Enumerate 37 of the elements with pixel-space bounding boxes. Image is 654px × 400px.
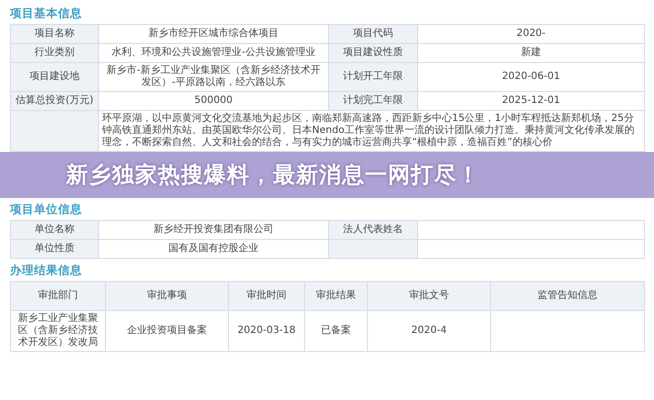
field-label: 项目名称 bbox=[10, 24, 98, 44]
field-label: 单位名称 bbox=[10, 220, 98, 240]
field-value: 500000 bbox=[98, 92, 328, 110]
column-header: 审批文号 bbox=[368, 282, 490, 310]
table-cell: 2020-4 bbox=[368, 310, 490, 352]
field-value: 新乡市经开区城市综合体项目 bbox=[98, 24, 328, 44]
column-header: 审批时间 bbox=[228, 282, 304, 310]
table-cell: 新乡工业产业集聚区（含新乡经济技术开发区）发改局 bbox=[10, 310, 106, 352]
field-value: 水利、环境和公共设施管理业-公共设施管理业 bbox=[98, 44, 328, 62]
field-label: 法人代表姓名 bbox=[328, 220, 418, 240]
description-text: 环平原湖，以中原黄河文化交流基地为起步区，南临郑新高速路，西距新乡中心15公里，1小时车程抵达新郑机场，25分钟高铁直通郑州东站。由英国欧华尔公司、日本Nendo工作室等世界一流的设计团队倾力打造。秉持黄河文化传承发展的理念，不断探索自然、人文和社会的结合，与有实力的城市运营商共享“根植中原，造福百姓”的核心价 bbox=[98, 110, 644, 152]
field-label: 计划开工年限 bbox=[328, 62, 418, 92]
column-header: 审批事项 bbox=[106, 282, 228, 310]
field-value: 新乡经开投资集团有限公司 bbox=[98, 220, 328, 240]
field-value: 新建 bbox=[418, 44, 644, 62]
field-value: 2020-06-01 bbox=[418, 62, 644, 92]
field-label: 项目建设地 bbox=[10, 62, 98, 92]
column-header: 监管告知信息 bbox=[490, 282, 644, 310]
field-label: 行业类别 bbox=[10, 44, 98, 62]
column-header: 审批部门 bbox=[10, 282, 106, 310]
section-heading: 项目单位信息 bbox=[10, 202, 83, 217]
field-value: 2025-12-01 bbox=[418, 92, 644, 110]
section-heading: 办理结果信息 bbox=[10, 263, 83, 278]
field-label: 项目建设性质 bbox=[328, 44, 418, 62]
field-value: 国有及国有控股企业 bbox=[98, 240, 328, 258]
table-cell: 已备案 bbox=[304, 310, 368, 352]
field-label: 单位性质 bbox=[10, 240, 98, 258]
table-cell: 企业投资项目备案 bbox=[106, 310, 228, 352]
field-label: 估算总投资(万元) bbox=[10, 92, 98, 110]
field-value: 新乡市-新乡工业产业集聚区（含新乡经济技术开发区）-平原路以南，经六路以东 bbox=[98, 62, 328, 92]
table-cell: 2020-03-18 bbox=[228, 310, 304, 352]
column-header: 审批结果 bbox=[304, 282, 368, 310]
field-value: 2020- bbox=[418, 24, 644, 44]
section-heading: 项目基本信息 bbox=[10, 6, 83, 21]
headline-banner: 新乡独家热搜爆料，最新消息一网打尽！ bbox=[0, 152, 654, 198]
field-label: 项目代码 bbox=[328, 24, 418, 44]
field-label: 计划完工年限 bbox=[328, 92, 418, 110]
